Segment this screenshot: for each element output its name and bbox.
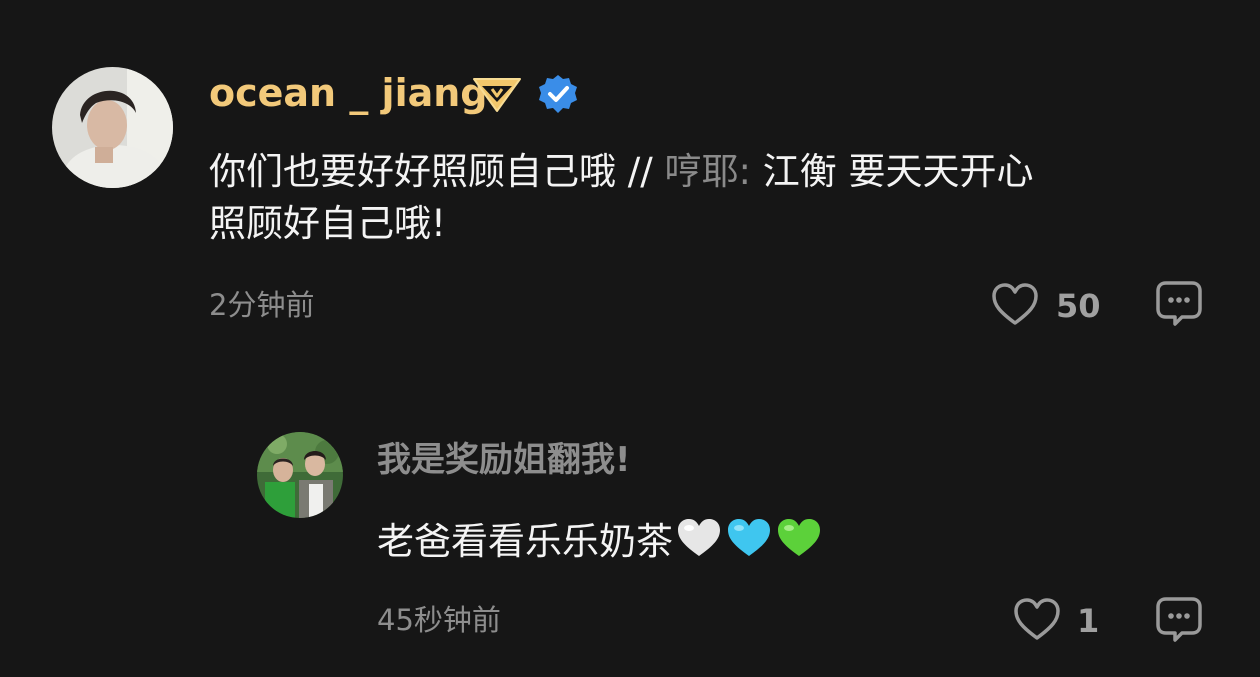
verified-badge-icon <box>539 75 577 113</box>
avatar-photo <box>257 432 343 518</box>
comment-timestamp: 2分钟前 <box>209 288 315 322</box>
reply-like-heart-icon[interactable] <box>1012 596 1062 642</box>
comment-username[interactable]: ocean _ jiang <box>209 70 488 116</box>
white-heart-icon <box>678 519 720 556</box>
reply-timestamp: 45秒钟前 <box>377 603 501 637</box>
comment-text-line-1: 你们也要好好照顾自己哦 // 哼耶: 江衡 要天天开心 <box>209 149 1033 195</box>
vip-diamond-icon <box>473 78 521 112</box>
reply-like-count: 1 <box>1077 602 1100 640</box>
comment-text-main: 你们也要好好照顾自己哦 // <box>209 150 665 193</box>
avatar-photo <box>52 67 173 188</box>
like-count: 50 <box>1056 287 1101 325</box>
reply-to-reply-icon[interactable] <box>1154 595 1204 643</box>
quoted-username[interactable]: 哼耶: <box>664 150 762 193</box>
green-heart-icon <box>778 519 820 556</box>
comment-text-line-2: 照顾好自己哦! <box>209 202 446 245</box>
light-blue-heart-icon <box>728 519 770 556</box>
reply-text: 老爸看看乐乐奶茶 <box>377 516 823 565</box>
reply-username[interactable]: 我是奖励姐翻我! <box>377 438 631 482</box>
reply-avatar[interactable] <box>257 432 343 518</box>
comment-avatar[interactable] <box>52 67 173 188</box>
reply-text-content: 老爸看看乐乐奶茶 <box>377 520 673 563</box>
like-heart-icon[interactable] <box>990 281 1040 327</box>
reply-comment-icon[interactable] <box>1154 279 1204 327</box>
quoted-text: 江衡 要天天开心 <box>762 150 1034 193</box>
